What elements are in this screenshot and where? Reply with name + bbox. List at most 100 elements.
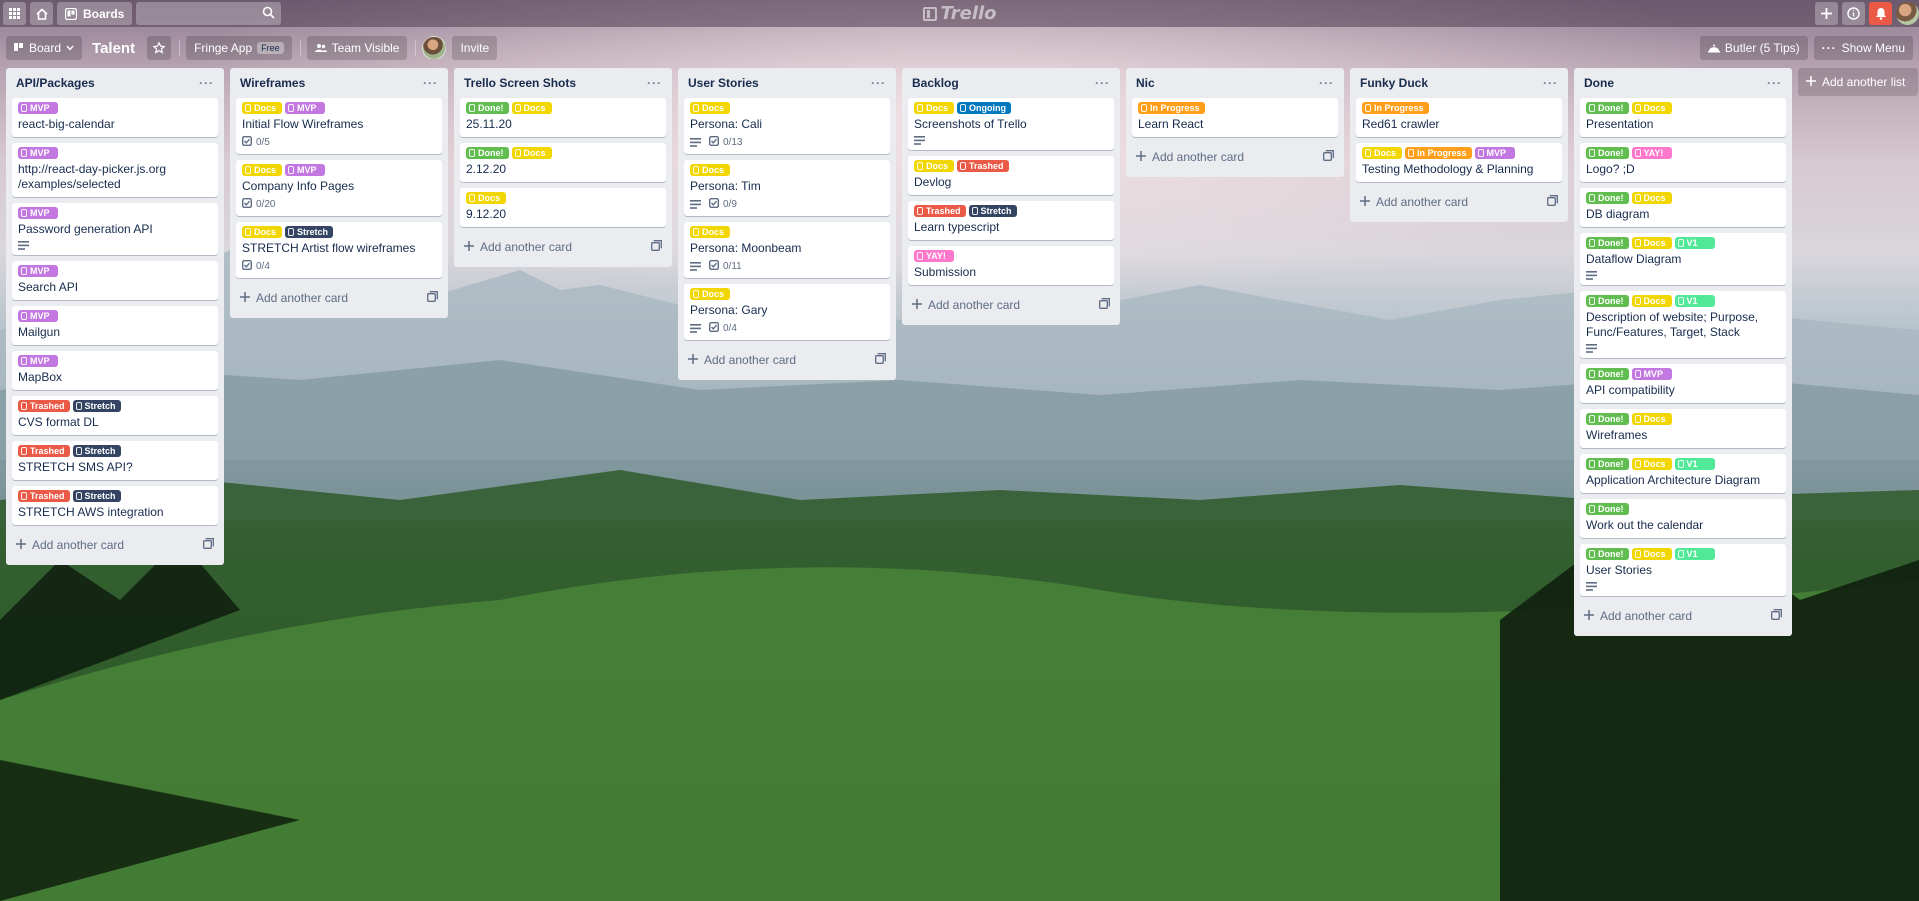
card-label[interactable]: MVP (1631, 368, 1672, 380)
card-label[interactable]: Docs (466, 192, 506, 204)
card-label[interactable]: Trashed (18, 445, 70, 457)
card-label[interactable]: V1 (1674, 548, 1715, 560)
add-list-button[interactable]: Add another list (1798, 68, 1918, 96)
card-template-icon[interactable] (1099, 298, 1110, 312)
card[interactable]: Docs Stretch STRETCH Artist flow wireframe… (236, 222, 442, 278)
card-label[interactable]: MVP (285, 102, 325, 114)
card[interactable]: YAY! Submission (908, 246, 1114, 285)
card-template-icon[interactable] (427, 291, 438, 305)
card-template-icon[interactable] (651, 240, 662, 254)
list-menu-icon[interactable]: ··· (423, 76, 438, 90)
card-label[interactable]: MVP (18, 207, 58, 219)
star-button[interactable] (147, 36, 172, 60)
card[interactable]: Done! Docs Wireframes (1580, 409, 1786, 448)
list-title[interactable]: Nic (1136, 76, 1155, 90)
card-label[interactable]: V1 (1674, 295, 1715, 307)
card-label[interactable]: Docs (242, 164, 282, 176)
card-label[interactable]: Docs (690, 288, 730, 300)
card[interactable]: Done! Docs V1 User Stories (1580, 544, 1786, 596)
card-label[interactable]: Docs (690, 226, 730, 238)
notifications-button[interactable] (1869, 2, 1892, 25)
card-label[interactable]: In Progress (1362, 102, 1429, 114)
card[interactable]: Done! Docs 2.12.20 (460, 143, 666, 182)
card-label[interactable]: Docs (511, 102, 552, 114)
list-menu-icon[interactable]: ··· (1767, 76, 1782, 90)
add-card-button[interactable]: Add another card (16, 538, 124, 552)
card[interactable]: Done! Work out the calendar (1580, 499, 1786, 538)
card-label[interactable]: Stretch (72, 445, 121, 457)
card-label[interactable]: Docs (914, 102, 954, 114)
card-label[interactable]: Done! (466, 147, 509, 159)
butler-button[interactable]: Butler (5 Tips) (1699, 36, 1808, 60)
card[interactable]: Done! Docs V1 Description of website; Purpo… (1580, 291, 1786, 358)
card[interactable]: Docs In Progress MVP Testing Methodology & … (1356, 143, 1562, 182)
add-card-button[interactable]: Add another card (240, 291, 348, 305)
list-menu-icon[interactable]: ··· (1319, 76, 1334, 90)
card-template-icon[interactable] (1323, 150, 1334, 164)
card-label[interactable]: Docs (511, 147, 552, 159)
card[interactable]: Trashed Stretch Learn typescript (908, 201, 1114, 240)
list-done[interactable]: Done ··· Done! Docs Presentation Done! YAY! Log… (1574, 68, 1792, 636)
card-label[interactable]: Docs (242, 102, 282, 114)
card-label[interactable]: Done! (1586, 548, 1629, 560)
list-backlog[interactable]: Backlog ··· Docs Ongoing Screenshots of Trel… (902, 68, 1120, 325)
list-menu-icon[interactable]: ··· (871, 76, 886, 90)
card[interactable]: Done! Docs 25.11.20 (460, 98, 666, 137)
card[interactable]: Docs Persona: Moonbeam 0/11 (684, 222, 890, 278)
card[interactable]: In Progress Learn React (1132, 98, 1338, 137)
card-label[interactable]: MVP (18, 147, 58, 159)
member-avatar[interactable] (422, 36, 447, 60)
home-button[interactable] (30, 2, 53, 25)
card-label[interactable]: In Progress (1138, 102, 1205, 114)
card-label[interactable]: Docs (1631, 102, 1672, 114)
list-title[interactable]: Done (1584, 76, 1614, 90)
list-nic[interactable]: Nic ··· In Progress Learn React Add another … (1126, 68, 1344, 177)
card-label[interactable]: Docs (242, 226, 282, 238)
card[interactable]: Done! YAY! Logo? ;D (1580, 143, 1786, 182)
card-label[interactable]: Docs (1631, 295, 1672, 307)
card-label[interactable]: Trashed (18, 490, 70, 502)
invite-button[interactable]: Invite (452, 36, 498, 60)
team-button[interactable]: Fringe App Free (186, 36, 292, 60)
visibility-button[interactable]: Team Visible (306, 36, 408, 60)
boards-button[interactable]: Boards (57, 2, 133, 25)
list-user-stories[interactable]: User Stories ··· Docs Persona: Cali 0/13 Docs… (678, 68, 896, 380)
card[interactable]: MVP MapBox (12, 351, 218, 390)
card-label[interactable]: MVP (18, 310, 58, 322)
add-card-button[interactable]: Add another card (912, 298, 1020, 312)
card-label[interactable]: Done! (1586, 147, 1629, 159)
card[interactable]: Docs Persona: Cali 0/13 (684, 98, 890, 154)
card-label[interactable]: In Progress (1405, 147, 1472, 159)
card[interactable]: MVP http://react-day-picker.js.org /examp… (12, 143, 218, 197)
card[interactable]: Trashed Stretch STRETCH SMS API? (12, 441, 218, 480)
card-label[interactable]: V1 (1674, 458, 1715, 470)
card-label[interactable]: Docs (1631, 458, 1672, 470)
card-label[interactable]: MVP (1474, 147, 1515, 159)
card-label[interactable]: Done! (1586, 192, 1629, 204)
card-label[interactable]: Docs (1362, 147, 1402, 159)
list-title[interactable]: Wireframes (240, 76, 305, 90)
list-wireframes[interactable]: Wireframes ··· Docs MVP Initial Flow Wirefra… (230, 68, 448, 318)
add-card-button[interactable]: Add another card (688, 353, 796, 367)
list-menu-icon[interactable]: ··· (199, 76, 214, 90)
card[interactable]: Docs Trashed Devlog (908, 156, 1114, 195)
card-label[interactable]: Done! (1586, 295, 1629, 307)
card-label[interactable]: Trashed (914, 205, 966, 217)
card-label[interactable]: MVP (18, 265, 58, 277)
card-label[interactable]: Docs (690, 102, 730, 114)
card[interactable]: Docs Ongoing Screenshots of Trello (908, 98, 1114, 150)
add-card-button[interactable]: Add another card (1584, 609, 1692, 623)
card-template-icon[interactable] (203, 538, 214, 552)
card[interactable]: MVP Mailgun (12, 306, 218, 345)
card-label[interactable]: Done! (1586, 368, 1629, 380)
board-title[interactable]: Talent (92, 40, 135, 57)
card[interactable]: Docs MVP Company Info Pages 0/20 (236, 160, 442, 216)
add-card-button[interactable]: Add another card (464, 240, 572, 254)
card-label[interactable]: Done! (1586, 458, 1629, 470)
card-label[interactable]: Stretch (72, 400, 121, 412)
card-label[interactable]: MVP (18, 102, 58, 114)
card-label[interactable]: Docs (1631, 413, 1672, 425)
card-template-icon[interactable] (875, 353, 886, 367)
card[interactable]: Done! Docs V1 Application Architecture Diag… (1580, 454, 1786, 493)
card[interactable]: Trashed Stretch CVS format DL (12, 396, 218, 435)
